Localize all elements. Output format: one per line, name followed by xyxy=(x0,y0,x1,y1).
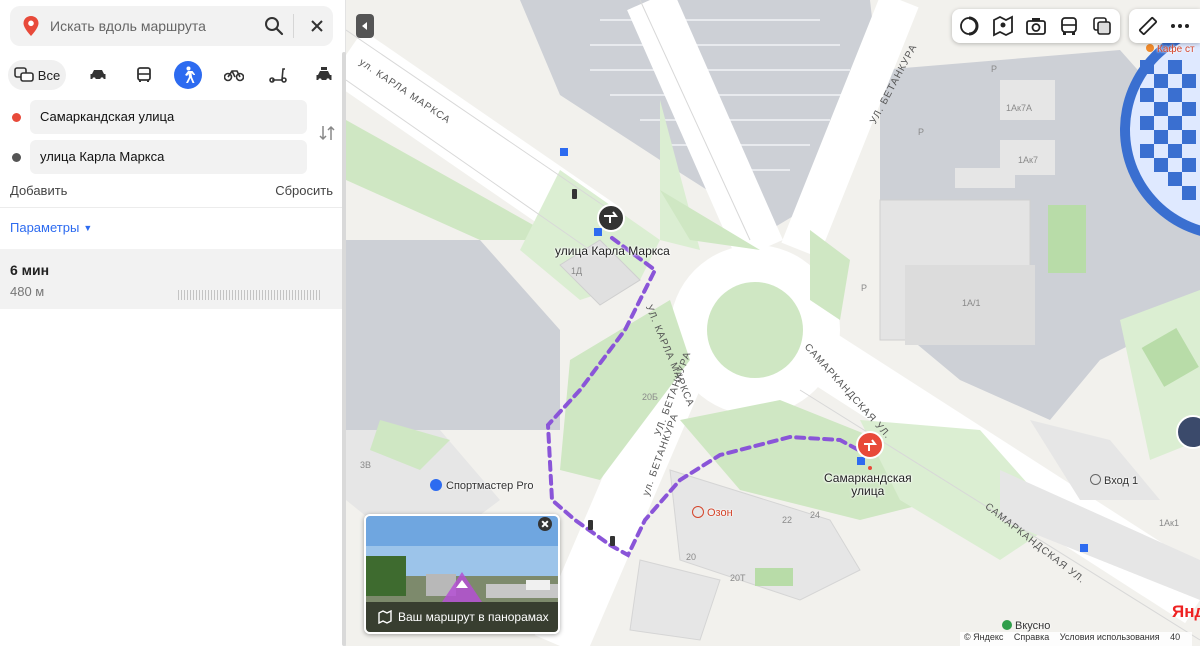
bus-icon xyxy=(137,67,151,82)
restaurant-icon xyxy=(1002,620,1012,630)
building-number: 1А/1 xyxy=(962,298,981,308)
map-layers-toolbar xyxy=(952,9,1120,43)
building-number: 24 xyxy=(810,510,821,520)
transport-mode-tabs: Все xyxy=(8,60,338,90)
cafe-icon xyxy=(1146,44,1154,52)
start-dot xyxy=(12,113,21,122)
app-root: Искать вдоль маршрута Все Самаркандская … xyxy=(0,0,1200,646)
mode-all-label: Все xyxy=(37,67,61,83)
building-number: 1Ак7 xyxy=(1018,155,1038,165)
parking-sign: Р xyxy=(861,283,868,293)
building-number: 20Т xyxy=(730,573,746,583)
start-point-field[interactable]: Самаркандская улица xyxy=(30,100,307,134)
search-divider xyxy=(293,14,294,38)
building-number: 1Д xyxy=(571,266,583,276)
map-tools-toolbar xyxy=(1129,9,1200,43)
mode-pedestrian-button[interactable] xyxy=(174,61,202,89)
end-point-field[interactable]: улица Карла Маркса xyxy=(30,140,307,174)
finish-point-map-label: Самаркандская улица xyxy=(824,471,912,498)
collapse-sidebar-button[interactable] xyxy=(356,14,374,38)
location-pin-icon xyxy=(23,16,39,36)
swap-arrows-icon[interactable] xyxy=(316,122,338,144)
building-number: 20 xyxy=(686,552,697,562)
poi-vkusno-label: Вкусно xyxy=(1015,620,1051,632)
scale-readout: 40 xyxy=(1170,632,1181,642)
section-divider xyxy=(0,207,346,208)
transit-layer-icon[interactable] xyxy=(1058,15,1080,37)
panorama-caption-bar: Ваш маршрут в панорамах xyxy=(366,602,558,632)
end-point-label: улица Карла Маркса xyxy=(40,149,165,164)
scooter-icon xyxy=(269,68,287,83)
panorama-caption: Ваш маршрут в панорамах xyxy=(398,610,549,624)
traffic-layer-icon[interactable] xyxy=(958,15,980,37)
mode-all-button[interactable]: Все xyxy=(8,60,66,90)
caret-down-icon: ▼ xyxy=(83,223,93,233)
parameters-label: Параметры xyxy=(10,220,80,235)
logo-text: Янд xyxy=(1172,602,1200,621)
panorama-close-icon[interactable] xyxy=(538,517,552,531)
help-link[interactable]: Справка xyxy=(1014,632,1049,642)
parking-sign: Р xyxy=(991,64,998,74)
route-time: 6 мин xyxy=(10,262,50,278)
yandex-logo[interactable]: Янд xyxy=(1172,602,1200,622)
map-layers-icon[interactable] xyxy=(1091,15,1113,37)
mode-bicycle-button[interactable] xyxy=(222,60,246,90)
mode-taxi-button[interactable] xyxy=(312,60,336,90)
map-canvas[interactable]: ул. КАРЛА МАРКСА УЛ. КАРЛА МАРКСА УЛ. БЕ… xyxy=(346,0,1200,646)
add-point-button[interactable]: Добавить xyxy=(10,183,67,198)
bicycle-icon xyxy=(224,70,244,82)
route-option-card[interactable]: 6 мин 480 м xyxy=(0,249,344,309)
building-number: 20Б xyxy=(642,392,658,402)
parameters-toggle[interactable]: Параметры ▼ xyxy=(10,220,92,235)
route-search-bar[interactable]: Искать вдоль маршрута xyxy=(10,6,333,46)
start-point-map-label: улица Карла Маркса xyxy=(555,244,670,258)
route-point-end: улица Карла Маркса xyxy=(0,140,346,174)
reset-button[interactable]: Сбросить xyxy=(275,183,333,198)
route-elevation-bar xyxy=(178,290,320,300)
building-number: 1Ак1 xyxy=(1159,518,1179,528)
building-number: 22 xyxy=(782,515,793,525)
mode-car-button[interactable] xyxy=(86,60,110,90)
panorama-preview[interactable]: Ваш маршрут в панорамах xyxy=(364,514,560,634)
mode-bus-button[interactable] xyxy=(132,60,156,90)
poi-entrance-label: Вход 1 xyxy=(1104,475,1139,487)
end-dot xyxy=(12,153,21,162)
all-transport-icon xyxy=(13,67,34,82)
mode-scooter-button[interactable] xyxy=(266,60,290,90)
poi-sportmaster-label: Спортмастер Pro xyxy=(446,480,534,492)
poi-sportmaster[interactable]: Спортмастер Pro xyxy=(430,479,533,492)
pedestrian-icon xyxy=(185,66,195,83)
more-options-icon[interactable] xyxy=(1169,15,1191,37)
poi-vkusno[interactable]: Вкусно xyxy=(1002,620,1050,632)
building-number: 1Ак7А xyxy=(1006,103,1032,113)
car-icon xyxy=(90,70,106,81)
terms-link[interactable]: Условия использования xyxy=(1060,632,1160,642)
poi-entrance[interactable]: Вход 1 xyxy=(1090,474,1138,487)
parking-sign: Р xyxy=(918,127,925,137)
poi-cafe-label: Кафе ст xyxy=(1157,44,1195,55)
shop-icon xyxy=(692,506,704,518)
building-number: 3В xyxy=(360,460,372,470)
taxi-icon xyxy=(316,67,332,82)
poi-ozon[interactable]: Озон xyxy=(692,506,733,519)
poi-cafe[interactable]: Кафе ст xyxy=(1146,44,1195,55)
route-sidebar: Искать вдоль маршрута Все Самаркандская … xyxy=(0,0,346,646)
start-point-label: Самаркандская улица xyxy=(40,109,175,124)
entrance-icon xyxy=(1090,474,1101,485)
search-icon[interactable] xyxy=(262,14,286,38)
ruler-icon[interactable] xyxy=(1137,15,1159,37)
panorama-layer-icon[interactable] xyxy=(992,15,1014,37)
route-point-start: Самаркандская улица xyxy=(0,100,346,134)
camera-layer-icon[interactable] xyxy=(1025,15,1047,37)
search-input[interactable]: Искать вдоль маршрута xyxy=(50,18,206,34)
poi-ozon-label: Озон xyxy=(707,507,733,519)
copyright-link[interactable]: © Яндекс xyxy=(964,632,1003,642)
map-footer: © Яндекс Справка Условия использования 4… xyxy=(960,632,1193,646)
route-distance: 480 м xyxy=(10,284,45,299)
store-icon xyxy=(430,479,442,491)
close-icon[interactable] xyxy=(305,14,329,38)
panorama-map-icon xyxy=(378,610,392,624)
